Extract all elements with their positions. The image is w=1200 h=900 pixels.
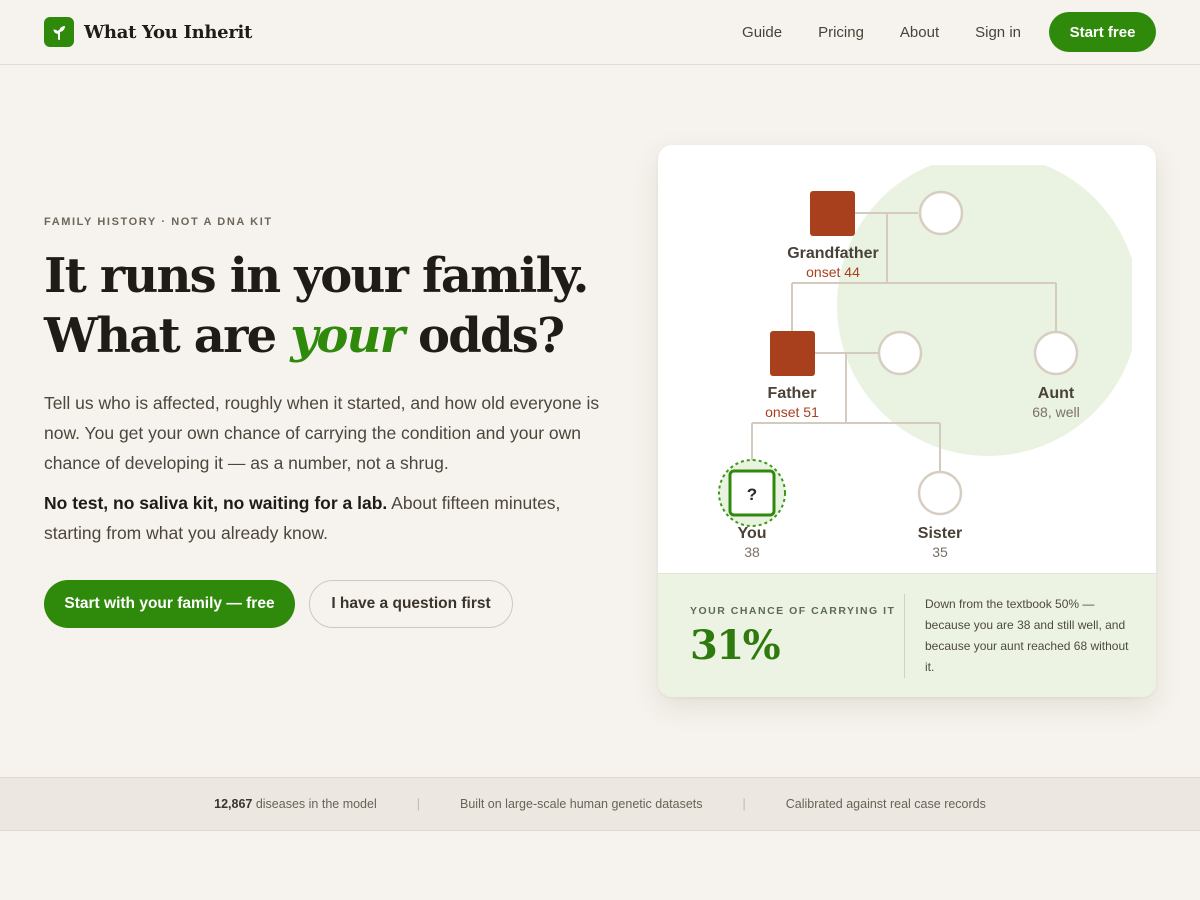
lede-emphasis: No test, no saliva kit, no waiting for a… (44, 493, 388, 513)
grandfather-name: Grandfather (787, 245, 879, 262)
result-label: YOUR CHANCE OF CARRYING IT (690, 605, 896, 617)
mother-symbol (877, 330, 923, 376)
stat-datasets: Built on large-scale human genetic datas… (460, 797, 703, 811)
nav-pricing[interactable]: Pricing (818, 24, 864, 41)
result-note: Down from the textbook 50% — because you… (925, 597, 1129, 674)
aunt-name: Aunt (1038, 385, 1075, 402)
sister-symbol (917, 470, 963, 516)
aunt-detail: 68, well (1032, 404, 1079, 420)
result-value: 31% (690, 622, 781, 669)
hero-lede-secondary: No test, no saliva kit, no waiting for a… (44, 488, 604, 548)
hero-eyebrow: FAMILY HISTORY · NOT A DNA KIT (44, 216, 273, 228)
grandfather-onset: onset 44 (806, 264, 860, 280)
hero-lede: Tell us who is affected, roughly when it… (44, 393, 600, 473)
result-divider (904, 594, 905, 678)
stat-diseases: 12,867 diseases in the model (214, 797, 377, 811)
brand-logo[interactable]: What You Inherit (44, 17, 252, 47)
hero-headline: It runs in your family. What are your od… (44, 246, 644, 366)
headline-line-2-post: odds? (403, 308, 565, 364)
family-tree: Grandfather onset 44 Father onset 51 Aun… (718, 165, 1132, 560)
you-marker: ? (747, 485, 757, 504)
start-free-button[interactable]: Start free (1049, 12, 1156, 52)
grandfather-symbol (810, 191, 855, 236)
site-header: What You Inherit Guide Pricing About Sig… (0, 0, 1200, 65)
headline-line-1: It runs in your family. (44, 248, 589, 304)
sprout-icon (44, 17, 74, 47)
father-onset: onset 51 (765, 404, 819, 420)
stats-separator: | (742, 797, 746, 811)
stat-diseases-label: diseases in the model (252, 797, 377, 811)
headline-emphasis: your (290, 308, 405, 364)
headline-line-2-pre: What are (44, 308, 291, 364)
start-with-family-button[interactable]: Start with your family — free (44, 580, 295, 628)
question-first-button[interactable]: I have a question first (309, 580, 513, 628)
stat-calibrated: Calibrated against real case records (785, 797, 986, 811)
you-age: 38 (744, 544, 760, 560)
father-symbol (770, 331, 815, 376)
nav-about[interactable]: About (900, 24, 939, 41)
sister-name: Sister (918, 525, 962, 542)
stats-separator: | (416, 797, 420, 811)
grandmother-symbol (918, 190, 964, 236)
you-name: You (737, 525, 766, 542)
stats-strip: 12,867 diseases in the model | Built on … (0, 777, 1200, 831)
sister-age: 35 (932, 544, 948, 560)
result-panel: YOUR CHANCE OF CARRYING IT 31% Down from… (658, 573, 1156, 697)
nav-guide[interactable]: Guide (742, 24, 782, 41)
father-name: Father (768, 385, 817, 402)
main-nav: Guide Pricing About Sign in Start free (742, 12, 1156, 52)
stat-diseases-count: 12,867 (214, 797, 253, 811)
brand-name: What You Inherit (84, 21, 253, 43)
pedigree-card: Grandfather onset 44 Father onset 51 Aun… (658, 145, 1156, 697)
aunt-symbol (1033, 330, 1079, 376)
nav-sign-in[interactable]: Sign in (975, 24, 1021, 41)
background-halo (837, 165, 1132, 456)
